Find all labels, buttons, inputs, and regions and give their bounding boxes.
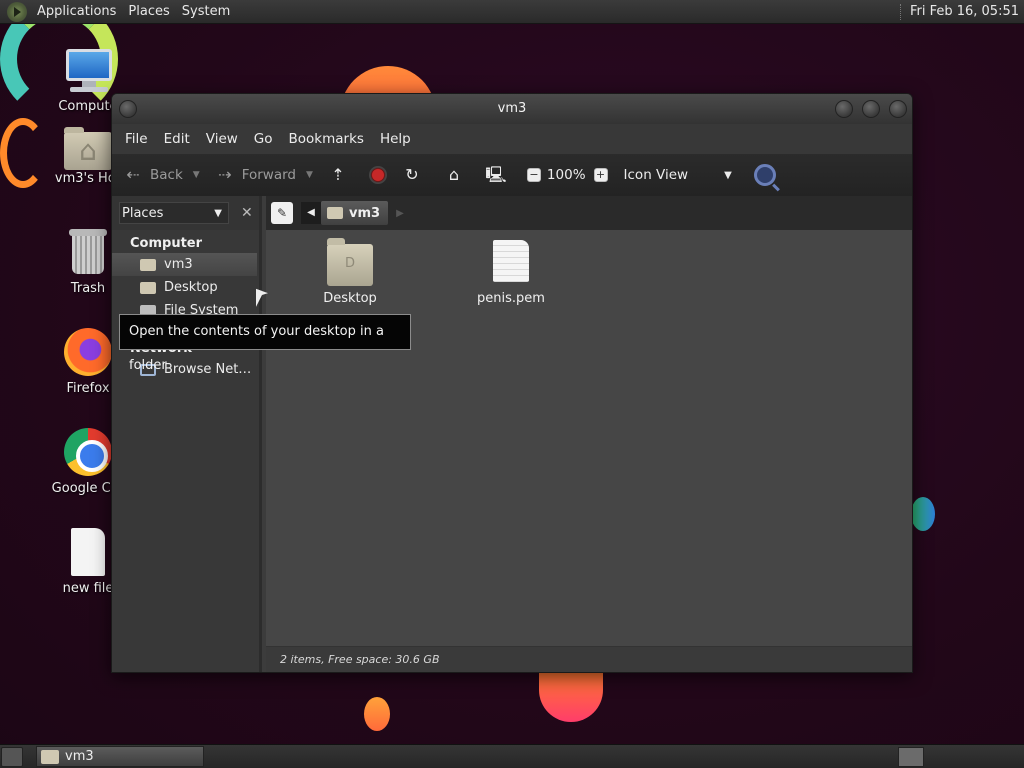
mouse-cursor-icon	[256, 288, 268, 312]
toolbar: ⇠ Back ▼ ⇢ Forward ▼ ⇡ ↻ ⌂ 🖳 − 100% + Ic…	[112, 154, 912, 196]
system-menu[interactable]: System	[176, 0, 236, 24]
file-name: Desktop	[323, 291, 377, 306]
computer-icon	[64, 46, 112, 94]
zoom-out-icon[interactable]: −	[526, 168, 541, 182]
show-desktop-button[interactable]	[1, 746, 23, 767]
up-arrow-icon: ⇡	[331, 165, 345, 184]
chevron-down-icon: ▼	[724, 169, 732, 181]
view-mode-select[interactable]: Icon View ▼	[624, 167, 732, 183]
window-title: vm3	[497, 101, 527, 116]
clock[interactable]: Fri Feb 16, 05:51	[910, 4, 1024, 19]
applications-menu[interactable]: Applications	[31, 0, 122, 24]
file-view[interactable]: Desktop penis.pem 2 items, Free space: 3…	[266, 230, 912, 672]
back-arrow-icon: ⇠	[126, 165, 140, 184]
menu-bookmarks[interactable]: Bookmarks	[281, 131, 372, 147]
places-menu[interactable]: Places	[122, 0, 175, 24]
panel-separator	[899, 3, 902, 20]
home-folder-icon	[327, 207, 343, 219]
zoom-control: − 100% +	[526, 167, 614, 183]
menubar: File Edit View Go Bookmarks Help	[112, 124, 912, 154]
taskbar-button-vm3[interactable]: vm3	[36, 746, 204, 767]
sidebar-pane-select[interactable]: Places ▼	[119, 202, 229, 224]
home-button[interactable]: ⌂	[443, 164, 471, 186]
menu-edit[interactable]: Edit	[156, 131, 198, 147]
status-bar: 2 items, Free space: 30.6 GB	[266, 646, 912, 672]
chevron-down-icon: ▼	[214, 207, 222, 219]
search-icon[interactable]	[753, 164, 776, 186]
sidebar-close-icon[interactable]: ✕	[241, 205, 253, 221]
document-icon	[493, 240, 529, 282]
file-name: penis.pem	[477, 291, 545, 306]
forward-label: Forward	[241, 167, 296, 183]
sidebar-item-label: vm3	[164, 257, 193, 272]
sidebar-item-label: Desktop	[164, 280, 218, 295]
file-item-penis-pem[interactable]: penis.pem	[461, 240, 561, 306]
back-history-dropdown-icon[interactable]: ▼	[193, 170, 200, 180]
breadcrumb-forward-icon[interactable]: ▶	[396, 208, 404, 219]
menu-view[interactable]: View	[198, 131, 246, 147]
bottom-panel: vm3	[0, 744, 1024, 768]
zoom-in-icon[interactable]: +	[593, 168, 608, 182]
sidebar: Places ▼ ✕ Computer vm3 Desktop File Sys…	[112, 196, 262, 672]
home-folder-icon	[41, 749, 59, 764]
sidebar-item-label: Browse Net…	[164, 362, 252, 377]
wallpaper-shape	[911, 497, 935, 531]
wallpaper-shape	[364, 697, 390, 731]
window-menu-button[interactable]	[119, 100, 137, 118]
breadcrumb-back-icon[interactable]: ◀	[301, 202, 321, 224]
trash-icon	[64, 228, 112, 276]
home-folder-icon	[140, 258, 156, 271]
sidebar-pane-label: Places	[122, 205, 164, 221]
applications-logo-icon[interactable]	[7, 1, 27, 22]
firefox-icon	[64, 328, 112, 376]
taskbar-button-label: vm3	[65, 749, 94, 764]
back-label: Back	[150, 167, 183, 183]
tooltip: Open the contents of your desktop in a f…	[119, 314, 411, 373]
folder-icon	[327, 238, 373, 286]
location-bar: ✎ ◀ vm3 ▶	[266, 196, 912, 230]
edit-location-icon[interactable]: ✎	[271, 202, 293, 224]
back-button[interactable]: ⇠ Back ▼	[122, 164, 200, 186]
home-icon: ⌂	[448, 165, 459, 184]
up-button[interactable]: ⇡	[327, 164, 355, 186]
reload-button[interactable]: ↻	[401, 164, 429, 186]
desktop-folder-icon	[140, 281, 156, 294]
menu-go[interactable]: Go	[246, 131, 281, 147]
maximize-button[interactable]	[862, 100, 880, 118]
menu-help[interactable]: Help	[372, 131, 419, 147]
close-button[interactable]	[889, 100, 907, 118]
forward-history-dropdown-icon[interactable]: ▼	[306, 170, 313, 180]
forward-arrow-icon: ⇢	[218, 165, 232, 184]
home-folder-icon	[64, 127, 112, 170]
chrome-icon	[64, 428, 112, 476]
forward-button[interactable]: ⇢ Forward ▼	[214, 164, 313, 186]
sidebar-heading-computer: Computer	[130, 236, 203, 251]
stop-icon	[368, 166, 387, 184]
file-item-desktop[interactable]: Desktop	[300, 238, 400, 306]
wallpaper-shape	[539, 670, 603, 722]
file-manager-window: vm3 File Edit View Go Bookmarks Help ⇠ B…	[111, 93, 913, 673]
reload-icon: ↻	[405, 165, 419, 184]
computer-icon: 🖳	[485, 165, 507, 184]
view-mode-label: Icon View	[623, 167, 689, 183]
sidebar-item-vm3[interactable]: vm3	[112, 253, 257, 276]
minimize-button[interactable]	[835, 100, 853, 118]
breadcrumb-label: vm3	[349, 205, 381, 221]
breadcrumb-vm3[interactable]: vm3	[321, 201, 389, 225]
computer-button[interactable]: 🖳	[485, 164, 513, 186]
sidebar-item-desktop[interactable]: Desktop	[112, 276, 259, 299]
window-titlebar[interactable]: vm3	[112, 94, 912, 124]
zoom-level: 100%	[546, 167, 586, 183]
menu-file[interactable]: File	[117, 131, 156, 147]
file-icon	[71, 528, 105, 576]
top-panel: Applications Places System Fri Feb 16, 0…	[0, 0, 1024, 24]
trash-applet-icon[interactable]	[898, 746, 924, 767]
sidebar-header: Places ▼ ✕	[112, 196, 259, 230]
stop-button[interactable]	[368, 166, 387, 184]
